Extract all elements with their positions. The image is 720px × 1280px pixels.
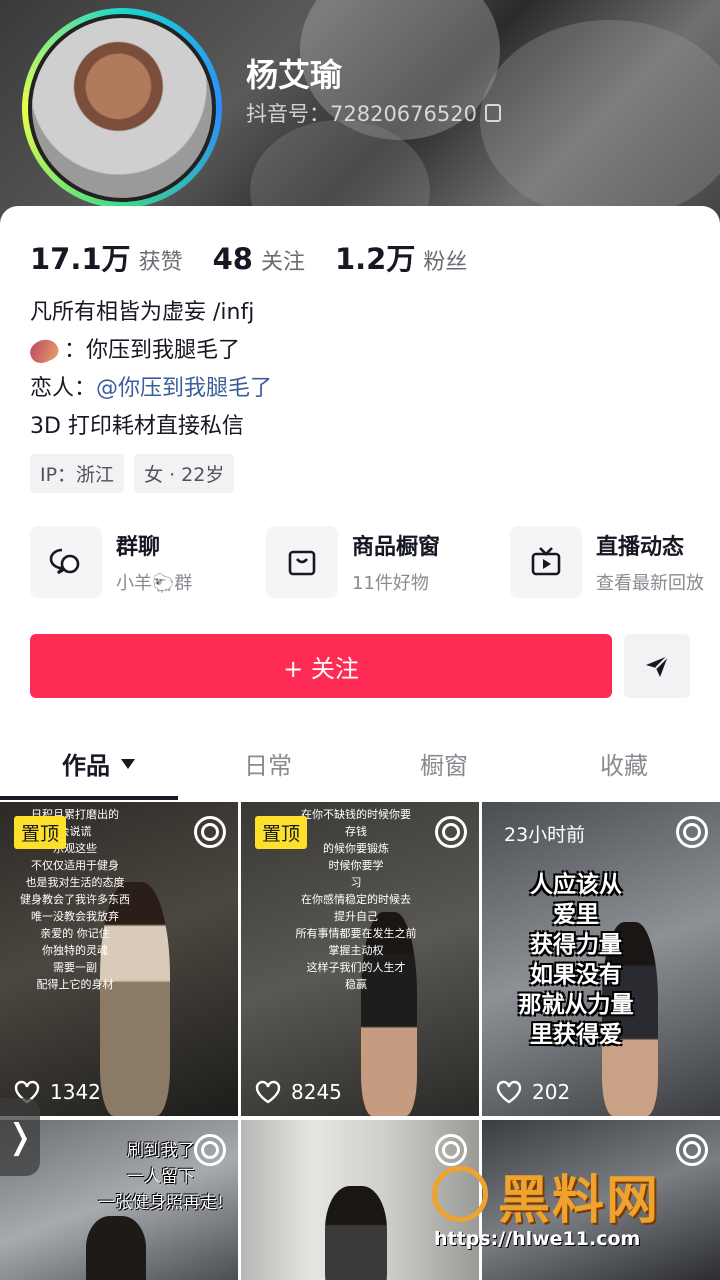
sweet-potato-emoji-icon xyxy=(26,335,62,367)
feature-entries: 群聊 小羊🐑群 商品橱窗 11件好物 直播动态 查看最新回放 xyxy=(30,526,720,602)
video-card[interactable]: 在你不缺钱的时候你要 存钱 的候你要锻炼 时候你要学 习 在你感情稳定的时候去 … xyxy=(241,802,479,1116)
heart-icon xyxy=(496,1080,522,1104)
content-tabs: 作品 日常 橱窗 收藏 xyxy=(0,732,720,802)
video-subject xyxy=(325,1186,387,1280)
stat-likes-label: 获赞 xyxy=(138,250,183,275)
like-count-text: 202 xyxy=(532,1080,571,1104)
bio-line: 恋人： @你压到我腿毛了 xyxy=(30,370,272,408)
pinned-badge: 置顶 xyxy=(14,816,67,849)
watermark: 黑料网 https://hlwe11.com xyxy=(428,1158,720,1258)
stat-following-label: 关注 xyxy=(260,250,305,275)
follow-button[interactable]: + 关注 xyxy=(30,634,612,698)
stat-followers-count: 1.2万 xyxy=(334,242,416,276)
group-chat-subtitle: 小羊🐑群 xyxy=(116,573,193,594)
avatar-story-ring[interactable] xyxy=(22,8,222,208)
send-message-button[interactable] xyxy=(624,634,690,698)
like-count: 8245 xyxy=(255,1080,342,1104)
shop-window-entry[interactable]: 商品橱窗 11件好物 xyxy=(266,526,440,598)
video-caption-overlay: 人应该从 爱里 获得力量 如果没有 那就从力量 里获得爱 xyxy=(518,872,634,1048)
douyin-id: 抖音号：72820676520 xyxy=(246,102,477,126)
side-drawer-handle-chevron-icon[interactable]: ❭ xyxy=(0,1098,40,1176)
live-icon xyxy=(194,1134,226,1166)
stat-followers[interactable]: 1.2万 粉丝 xyxy=(335,236,467,278)
watermark-url: https://hlwe11.com xyxy=(434,1228,641,1250)
tab-showcase[interactable]: 橱窗 xyxy=(420,746,468,781)
avatar[interactable] xyxy=(28,14,216,202)
tab-daily[interactable]: 日常 xyxy=(244,746,292,781)
stat-likes-count: 17.1万 xyxy=(30,242,131,276)
gender-age-tag: 女 · 22岁 xyxy=(134,454,235,493)
ip-location-tag: IP：浙江 xyxy=(30,454,125,493)
video-card[interactable]: 日积月累打磨出的 会说谎 乐观这些 不仅仅适用于健身 也是我对生活的态度 健身教… xyxy=(0,802,238,1116)
profile-tags: IP：浙江 女 · 22岁 xyxy=(30,454,235,493)
heart-icon xyxy=(255,1080,281,1104)
caret-down-icon xyxy=(121,758,135,769)
video-subject xyxy=(86,1216,146,1280)
profile-card: 17.1万 获赞 48 关注 1.2万 粉丝 凡所有相皆为虚妄 /infj ：你… xyxy=(0,206,720,1280)
stat-following[interactable]: 48 关注 xyxy=(213,242,305,276)
bio-mention-link[interactable]: @你压到我腿毛了 xyxy=(96,370,272,408)
active-tab-indicator xyxy=(0,796,178,800)
live-icon xyxy=(435,816,467,848)
live-icon xyxy=(194,816,226,848)
tv-icon xyxy=(510,526,582,598)
live-subtitle: 查看最新回放 xyxy=(596,573,704,594)
post-time: 23小时前 xyxy=(504,824,586,846)
video-card[interactable]: 23小时前 人应该从 爱里 获得力量 如果没有 那就从力量 里获得爱 202 xyxy=(482,802,720,1116)
shop-window-title: 商品橱窗 xyxy=(352,535,441,560)
bio: 凡所有相皆为虚妄 /infj ：你压到我腿毛了 恋人： @你压到我腿毛了 3D … xyxy=(26,294,272,446)
stats-row: 17.1万 获赞 48 关注 1.2万 粉丝 xyxy=(30,236,467,278)
bio-lover-prefix: 恋人： xyxy=(30,376,97,401)
tab-works-label: 作品 xyxy=(62,752,110,780)
tab-works[interactable]: 作品 xyxy=(62,746,136,781)
watermark-text: 黑料网 xyxy=(498,1171,661,1231)
douyin-id-row[interactable]: 抖音号：72820676520 xyxy=(246,98,501,128)
live-title: 直播动态 xyxy=(596,535,685,560)
bio-line: 凡所有相皆为虚妄 /infj xyxy=(30,300,255,325)
watermark-logo-icon xyxy=(432,1166,488,1222)
like-count: 202 xyxy=(496,1080,570,1104)
bio-line: ：你压到我腿毛了 xyxy=(26,332,272,370)
banner-texture xyxy=(480,20,720,220)
stat-following-count: 48 xyxy=(212,242,253,276)
live-entry[interactable]: 直播动态 查看最新回放 xyxy=(510,526,704,598)
group-chat-title: 群聊 xyxy=(116,535,161,560)
group-chat-entry[interactable]: 群聊 小羊🐑群 xyxy=(30,526,192,598)
bio-line-text: ：你压到我腿毛了 xyxy=(64,338,241,363)
tab-favorites[interactable]: 收藏 xyxy=(600,746,648,781)
stat-likes[interactable]: 17.1万 获赞 xyxy=(30,236,183,278)
paper-plane-icon xyxy=(646,655,669,677)
stat-followers-label: 粉丝 xyxy=(423,250,468,275)
profile-name: 杨艾瑜 xyxy=(246,56,343,94)
live-icon xyxy=(676,816,708,848)
like-count-text: 1342 xyxy=(50,1080,101,1104)
pinned-badge: 置顶 xyxy=(255,816,308,849)
shopping-bag-icon xyxy=(266,526,338,598)
like-count-text: 8245 xyxy=(291,1080,342,1104)
shop-window-subtitle: 11件好物 xyxy=(352,573,429,594)
chat-bubbles-icon xyxy=(30,526,102,598)
copy-icon[interactable] xyxy=(484,104,501,122)
bio-line: 3D 打印耗材直接私信 xyxy=(30,414,244,439)
